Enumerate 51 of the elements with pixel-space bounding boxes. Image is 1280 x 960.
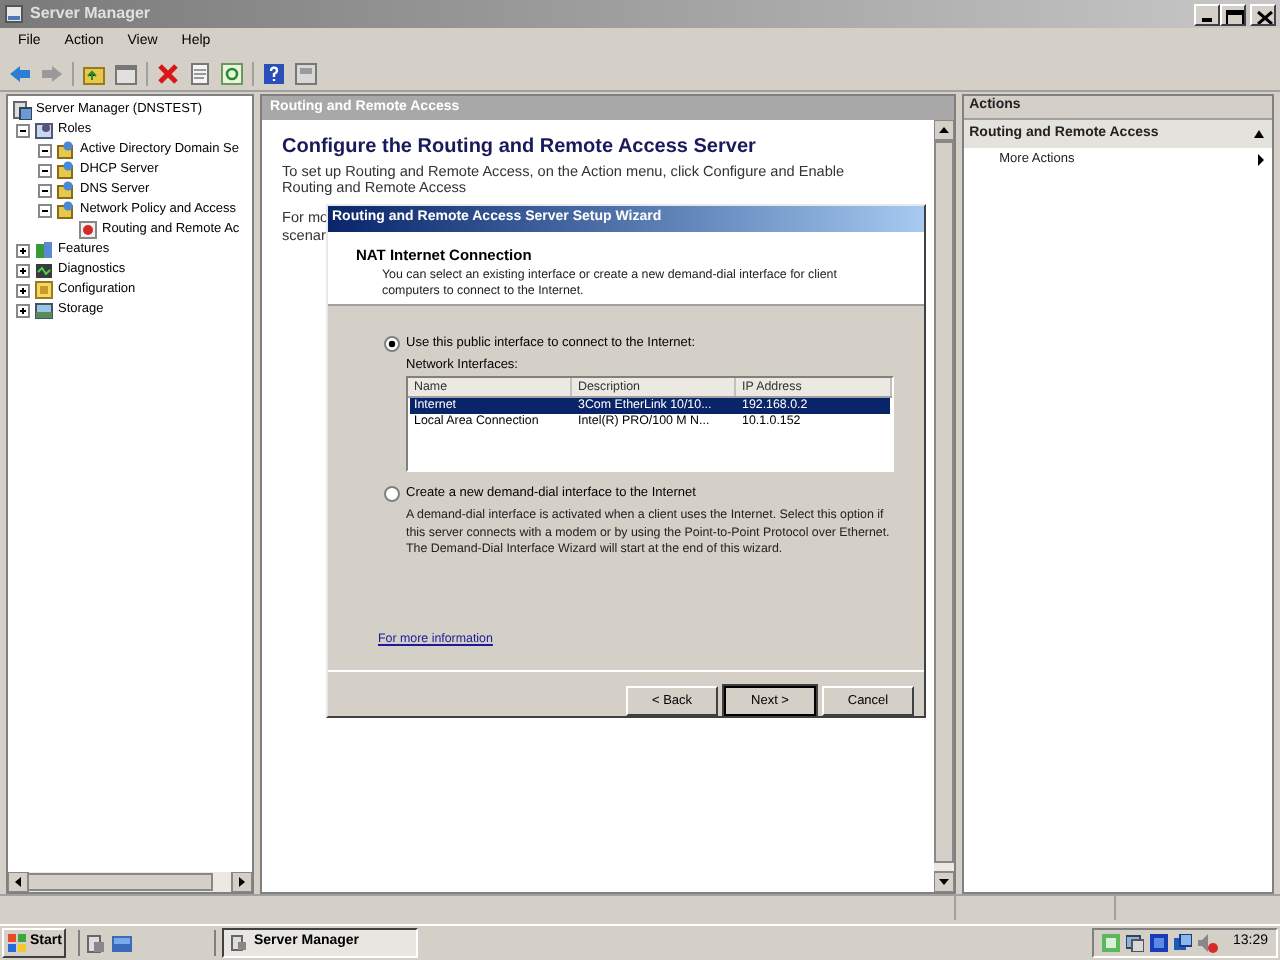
minimize-icon <box>1202 17 1212 21</box>
collapse-icon[interactable] <box>38 183 52 197</box>
tree-node-icon <box>34 260 54 280</box>
radio-button[interactable] <box>384 335 400 352</box>
windows-flag-icon <box>8 934 26 952</box>
vertical-scrollbar[interactable] <box>933 120 954 892</box>
collapse-icon[interactable] <box>38 143 52 157</box>
tree-node-icon <box>56 200 76 220</box>
back-icon[interactable] <box>8 62 32 86</box>
tree-node-icon <box>56 160 76 180</box>
delete-icon[interactable] <box>156 62 180 86</box>
server-icon <box>4 4 24 24</box>
maximize-button[interactable] <box>1220 3 1246 25</box>
folder-icon[interactable] <box>82 62 106 86</box>
window-icon[interactable] <box>114 62 138 86</box>
network-icon[interactable] <box>1126 934 1145 952</box>
close-button[interactable] <box>1250 3 1276 25</box>
tree-node-icon <box>34 300 54 320</box>
content-heading: Configure the Routing and Remote Access Server <box>282 136 758 160</box>
window-title: Server Manager <box>30 2 153 26</box>
tree-node-icon <box>56 180 76 200</box>
server-icon <box>230 934 248 952</box>
collapse-icon[interactable] <box>38 203 52 217</box>
tree-node-icon <box>34 280 54 300</box>
help-icon[interactable] <box>262 62 286 86</box>
tree-node-icon <box>34 120 54 140</box>
expand-icon[interactable] <box>16 243 30 257</box>
tree-node-icon <box>12 100 32 120</box>
collapse-icon[interactable] <box>38 163 52 177</box>
panel-icon[interactable] <box>294 62 318 86</box>
collapse-icon[interactable] <box>16 123 30 137</box>
properties-icon[interactable] <box>188 62 212 86</box>
expand-icon[interactable] <box>16 263 30 277</box>
desktop-icon[interactable] <box>112 933 132 953</box>
horizontal-scrollbar[interactable] <box>8 872 252 892</box>
speaker-icon[interactable] <box>1198 933 1219 953</box>
tree-node-icon <box>78 220 98 240</box>
expand-icon[interactable] <box>16 283 30 297</box>
tray-icon[interactable] <box>1174 934 1193 952</box>
refresh-icon[interactable] <box>220 62 244 86</box>
tray-icon[interactable] <box>1150 934 1169 952</box>
close-icon <box>1252 5 1274 23</box>
expand-icon[interactable] <box>16 303 30 317</box>
minimize-button[interactable] <box>1194 3 1220 25</box>
submenu-arrow-icon <box>1258 154 1264 166</box>
radio-button[interactable] <box>384 486 400 503</box>
maximize-icon <box>1222 5 1244 23</box>
tree-node-icon <box>34 240 54 260</box>
tree-node-icon <box>56 140 76 160</box>
server-icon[interactable] <box>86 933 106 953</box>
collapse-icon[interactable] <box>1254 130 1264 138</box>
